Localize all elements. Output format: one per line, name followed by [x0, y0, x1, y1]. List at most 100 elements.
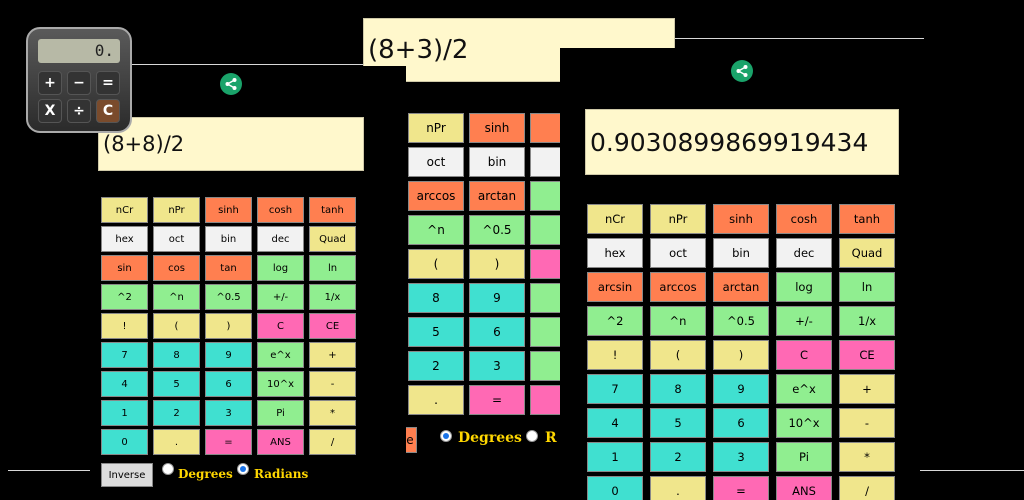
key---button[interactable]: - — [839, 408, 895, 438]
key--n-button[interactable]: ^n — [153, 284, 200, 310]
key---button[interactable]: . — [408, 385, 464, 415]
key-7-button[interactable]: 7 — [587, 374, 643, 404]
key---button[interactable]: * — [839, 442, 895, 472]
key-ncr-button[interactable]: nCr — [101, 197, 148, 223]
key-arccos-button[interactable]: arccos — [650, 272, 706, 302]
key---button[interactable]: * — [309, 400, 356, 426]
key-ans-button[interactable]: ANS — [776, 476, 832, 500]
key-0-button[interactable]: 0 — [587, 476, 643, 500]
key---button[interactable]: / — [309, 429, 356, 455]
key-6-button[interactable]: 6 — [713, 408, 769, 438]
key-9-button[interactable]: 9 — [713, 374, 769, 404]
key-10-x-button[interactable]: 10^x — [776, 408, 832, 438]
key-4-button[interactable]: 4 — [101, 371, 148, 397]
key-2-button[interactable]: 2 — [408, 351, 464, 381]
key-9-button[interactable]: 9 — [205, 342, 252, 368]
key-arctan-button[interactable]: arctan — [713, 272, 769, 302]
key-2-button[interactable]: 2 — [153, 400, 200, 426]
key-arccos-button[interactable]: arccos — [408, 181, 464, 211]
key-tanh-button[interactable]: tanh — [309, 197, 356, 223]
inverse-button[interactable]: Inverse — [101, 463, 153, 487]
key-arctan-button[interactable]: arctan — [469, 181, 525, 211]
key-sinh-button[interactable]: sinh — [205, 197, 252, 223]
key-10-x-button[interactable]: 10^x — [257, 371, 304, 397]
expression-display[interactable]: (8+8)/2 — [98, 117, 364, 171]
key-hex-button[interactable]: hex — [101, 226, 148, 252]
key-dec-button[interactable]: dec — [776, 238, 832, 268]
key-3-button[interactable]: 3 — [713, 442, 769, 472]
key-1-x-button[interactable]: 1/x — [309, 284, 356, 310]
key-ln-button[interactable]: ln — [839, 272, 895, 302]
key-2-button[interactable]: 2 — [650, 442, 706, 472]
key-sinh-button[interactable]: sinh — [469, 113, 525, 143]
key-bin-button[interactable]: bin — [205, 226, 252, 252]
share-button[interactable] — [731, 60, 753, 82]
key-pi-button[interactable]: Pi — [776, 442, 832, 472]
key---button[interactable]: ! — [587, 340, 643, 370]
key-8-button[interactable]: 8 — [153, 342, 200, 368]
key---button[interactable]: . — [650, 476, 706, 500]
key-c-button[interactable]: C — [257, 313, 304, 339]
key-4-button[interactable]: 4 — [587, 408, 643, 438]
calculator-app-icon[interactable]: 0. + − = X ÷ C — [26, 27, 132, 133]
key-hex-button[interactable]: hex — [587, 238, 643, 268]
key-7-button[interactable]: 7 — [101, 342, 148, 368]
key---button[interactable]: = — [469, 385, 525, 415]
key---button[interactable]: ( — [408, 249, 464, 279]
degrees-radio[interactable] — [162, 463, 174, 475]
key-pi-button[interactable]: Pi — [257, 400, 304, 426]
key-8-button[interactable]: 8 — [408, 283, 464, 313]
key---button[interactable]: - — [309, 371, 356, 397]
key-dec-button[interactable]: dec — [257, 226, 304, 252]
key-oct-button[interactable]: oct — [650, 238, 706, 268]
key-log-button[interactable]: log — [776, 272, 832, 302]
key-quad-button[interactable]: Quad — [309, 226, 356, 252]
key--0-5-button[interactable]: ^0.5 — [713, 306, 769, 336]
key---button[interactable]: . — [153, 429, 200, 455]
key-cosh-button[interactable]: cosh — [776, 204, 832, 234]
key---button[interactable]: ( — [153, 313, 200, 339]
key-bin-button[interactable]: bin — [469, 147, 525, 177]
key---button[interactable]: ! — [101, 313, 148, 339]
key---button[interactable]: = — [205, 429, 252, 455]
key---button[interactable]: ) — [205, 313, 252, 339]
radians-radio[interactable] — [526, 430, 538, 442]
key---button[interactable]: ) — [713, 340, 769, 370]
key-sin-button[interactable]: sin — [101, 255, 148, 281]
result-display[interactable]: 0.9030899869919434 — [585, 109, 899, 175]
key-ncr-button[interactable]: nCr — [587, 204, 643, 234]
key-tan-button[interactable]: tan — [205, 255, 252, 281]
key--2-button[interactable]: ^2 — [101, 284, 148, 310]
key--0-5-button[interactable]: ^0.5 — [469, 215, 525, 245]
key-9-button[interactable]: 9 — [469, 283, 525, 313]
key---button[interactable]: +/- — [257, 284, 304, 310]
key-npr-button[interactable]: nPr — [408, 113, 464, 143]
key-e-x-button[interactable]: e^x — [257, 342, 304, 368]
key-npr-button[interactable]: nPr — [650, 204, 706, 234]
key-arcsin-button[interactable]: arcsin — [587, 272, 643, 302]
key-ce-button[interactable]: CE — [309, 313, 356, 339]
key-1-button[interactable]: 1 — [101, 400, 148, 426]
key-tanh-button[interactable]: tanh — [839, 204, 895, 234]
key---button[interactable]: +/- — [776, 306, 832, 336]
key-c-button[interactable]: C — [776, 340, 832, 370]
key-5-button[interactable]: 5 — [153, 371, 200, 397]
key---button[interactable]: / — [839, 476, 895, 500]
key-cosh-button[interactable]: cosh — [257, 197, 304, 223]
key--2-button[interactable]: ^2 — [587, 306, 643, 336]
key---button[interactable]: = — [713, 476, 769, 500]
key---button[interactable]: ( — [650, 340, 706, 370]
key--0-5-button[interactable]: ^0.5 — [205, 284, 252, 310]
key-sinh-button[interactable]: sinh — [713, 204, 769, 234]
key--n-button[interactable]: ^n — [408, 215, 464, 245]
key-cos-button[interactable]: cos — [153, 255, 200, 281]
key-npr-button[interactable]: nPr — [153, 197, 200, 223]
key-6-button[interactable]: 6 — [469, 317, 525, 347]
key---button[interactable]: + — [309, 342, 356, 368]
key-ln-button[interactable]: ln — [309, 255, 356, 281]
key-bin-button[interactable]: bin — [713, 238, 769, 268]
key-5-button[interactable]: 5 — [650, 408, 706, 438]
share-button[interactable] — [220, 73, 242, 95]
degrees-radio[interactable] — [440, 430, 452, 442]
key-6-button[interactable]: 6 — [205, 371, 252, 397]
